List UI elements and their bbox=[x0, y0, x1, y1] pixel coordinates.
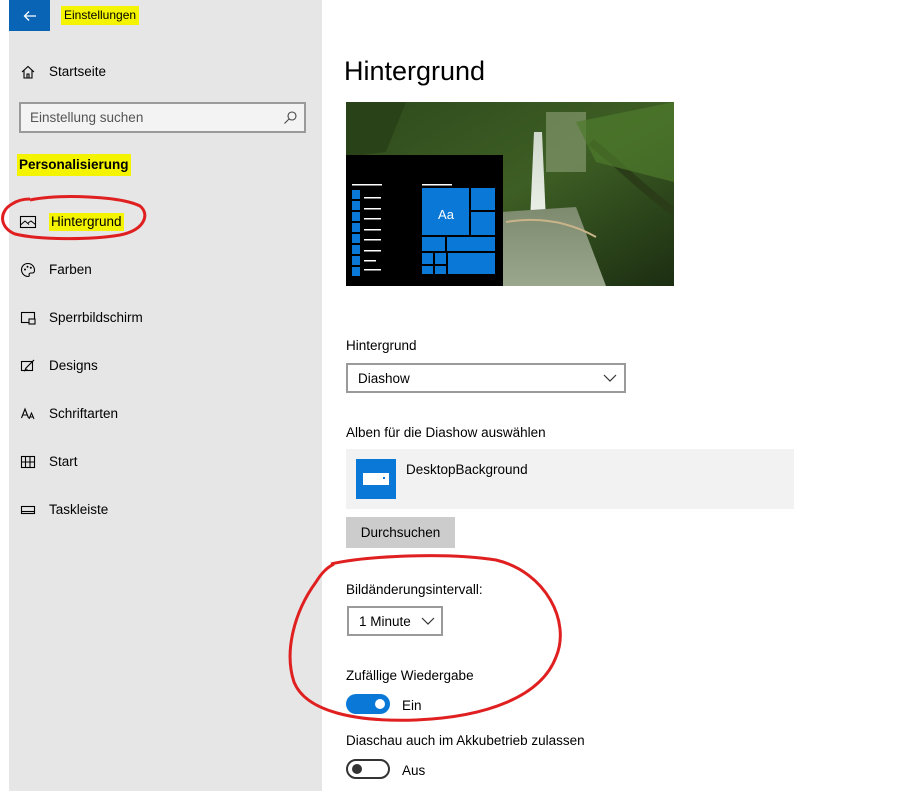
sidebar-item-label: Start bbox=[49, 454, 78, 469]
battery-label: Diaschau auch im Akkubetrieb zulassen bbox=[346, 733, 585, 748]
palette-icon bbox=[19, 261, 37, 279]
search-icon[interactable] bbox=[283, 110, 298, 125]
preview-tile-label: Aa bbox=[438, 207, 455, 222]
picture-icon bbox=[19, 213, 37, 231]
arrow-left-icon bbox=[23, 10, 36, 21]
page-title: Hintergrund bbox=[344, 56, 486, 86]
folder-thumbnail-icon bbox=[356, 459, 396, 499]
sidebar-item-label: Farben bbox=[49, 262, 92, 277]
interval-label: Bildänderungsintervall: bbox=[346, 582, 483, 597]
toggle-knob bbox=[352, 764, 362, 774]
shuffle-label: Zufällige Wiedergabe bbox=[346, 668, 474, 683]
background-preview: Aa bbox=[346, 102, 674, 286]
taskbar-icon bbox=[19, 501, 37, 519]
toggle-knob bbox=[375, 699, 385, 709]
sidebar-item-label: Taskleiste bbox=[49, 502, 109, 517]
sidebar-item-fonts[interactable]: Schriftarten bbox=[9, 396, 322, 432]
albums-label: Alben für die Diashow auswählen bbox=[346, 425, 546, 440]
background-label: Hintergrund bbox=[346, 338, 417, 353]
browse-button[interactable]: Durchsuchen bbox=[346, 517, 455, 548]
battery-state: Aus bbox=[402, 763, 426, 778]
background-dropdown-value: Diashow bbox=[358, 371, 410, 386]
annotation-circle bbox=[288, 554, 562, 722]
sidebar-item-designs[interactable]: Designs bbox=[9, 348, 322, 384]
sidebar-item-taskbar[interactable]: Taskleiste bbox=[9, 492, 322, 528]
shuffle-state: Ein bbox=[402, 698, 422, 713]
sidebar-item-colors[interactable]: Farben bbox=[9, 252, 322, 288]
sidebar-item-label: Hintergrund bbox=[49, 213, 124, 231]
sidebar: Einstellungen Startseite Personalisierun… bbox=[9, 0, 322, 791]
designs-icon bbox=[19, 357, 37, 375]
interval-dropdown-value: 1 Minute bbox=[359, 614, 411, 629]
chevron-down-icon bbox=[603, 374, 617, 382]
background-dropdown[interactable]: Diashow bbox=[346, 363, 626, 393]
album-item[interactable]: DesktopBackground bbox=[346, 449, 794, 509]
home-icon bbox=[19, 63, 37, 81]
search-input[interactable] bbox=[21, 104, 271, 131]
album-name: DesktopBackground bbox=[406, 462, 528, 477]
search-box bbox=[19, 102, 306, 133]
sidebar-item-background[interactable]: Hintergrund bbox=[9, 204, 322, 240]
preview-image: Aa bbox=[346, 102, 674, 286]
shuffle-toggle[interactable] bbox=[346, 694, 390, 714]
fonts-icon bbox=[19, 405, 37, 423]
back-button[interactable] bbox=[9, 0, 50, 31]
start-icon bbox=[19, 453, 37, 471]
sidebar-item-label: Designs bbox=[49, 358, 98, 373]
battery-toggle[interactable] bbox=[346, 759, 390, 779]
sidebar-item-home[interactable]: Startseite bbox=[9, 56, 322, 88]
sidebar-item-lock-screen[interactable]: Sperrbildschirm bbox=[9, 300, 322, 336]
app-title: Einstellungen bbox=[61, 6, 140, 25]
section-title: Personalisierung bbox=[17, 154, 131, 176]
interval-dropdown[interactable]: 1 Minute bbox=[347, 606, 443, 636]
sidebar-item-start[interactable]: Start bbox=[9, 444, 322, 480]
chevron-down-icon bbox=[421, 617, 435, 625]
sidebar-item-label: Startseite bbox=[49, 64, 107, 79]
sidebar-item-label: Schriftarten bbox=[49, 406, 119, 421]
lock-screen-icon bbox=[19, 309, 37, 327]
sidebar-item-label: Sperrbildschirm bbox=[49, 310, 143, 325]
